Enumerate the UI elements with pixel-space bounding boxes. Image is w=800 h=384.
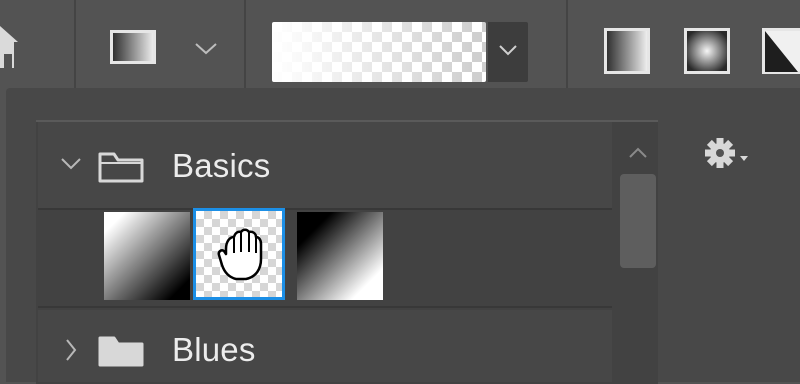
angle-gradient-icon[interactable] xyxy=(762,28,800,74)
gradient-preset-foreground-to-transparent[interactable] xyxy=(193,208,285,300)
panel-settings-button[interactable] xyxy=(700,136,756,170)
chevron-down-icon[interactable] xyxy=(60,156,82,172)
gradient-preview[interactable] xyxy=(272,22,486,82)
chevron-down-icon xyxy=(498,43,518,59)
group-label-basics: Basics xyxy=(172,147,270,185)
folder-icon xyxy=(98,148,144,184)
gear-icon xyxy=(700,136,756,170)
divider xyxy=(38,306,612,308)
linear-gradient-icon[interactable] xyxy=(604,28,650,74)
gradient-picker[interactable] xyxy=(272,22,528,82)
gradient-picker-dropdown[interactable] xyxy=(488,22,528,82)
toolbar-separator xyxy=(74,0,76,88)
chevron-right-icon[interactable] xyxy=(64,338,78,362)
toolbar-separator xyxy=(244,0,246,88)
home-icon[interactable] xyxy=(0,20,30,72)
gradient-preset-foreground-to-background[interactable] xyxy=(104,212,190,300)
divider xyxy=(38,208,612,210)
chevron-down-icon xyxy=(193,40,219,58)
toolbar-separator xyxy=(566,0,568,88)
gradient-preset-black-white[interactable] xyxy=(297,212,383,300)
gradient-tool-icon[interactable] xyxy=(110,30,156,64)
tool-preset-dropdown[interactable] xyxy=(193,40,219,58)
grab-hand-icon xyxy=(216,225,264,283)
chevron-up-icon[interactable] xyxy=(628,146,648,160)
folder-icon xyxy=(98,332,144,368)
group-label-blues: Blues xyxy=(172,331,256,369)
radial-gradient-icon[interactable] xyxy=(684,28,730,74)
options-bar xyxy=(0,0,800,88)
scrollbar-thumb[interactable] xyxy=(620,174,656,268)
